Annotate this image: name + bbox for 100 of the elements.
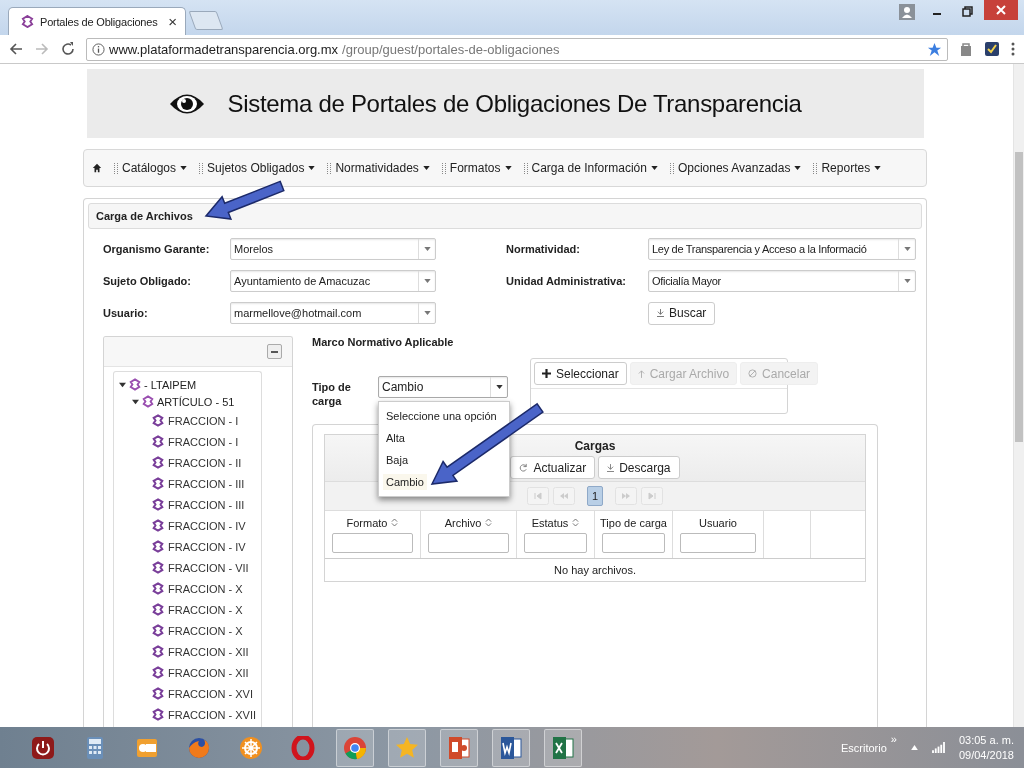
power-icon [31,735,55,760]
browser-tab[interactable]: Portales de Obligaciones × [8,7,186,35]
select-field[interactable]: Ley de Transparencia y Acceso a la Informació [648,238,916,260]
select-field[interactable]: Cambio [378,376,508,398]
tree-node[interactable]: FRACCION - XVII [168,708,256,721]
column-header[interactable]: Tipo de carga [600,516,667,529]
forward-icon[interactable] [34,41,50,57]
sort-icon[interactable] [485,518,493,527]
caret-icon [903,279,911,283]
collapse-button[interactable] [267,344,282,359]
tree-node[interactable]: ARTÍCULO - 51 [114,393,261,410]
tree-node[interactable]: FRACCION - XVI [168,687,253,700]
nav-menu-item[interactable]: Reportes [813,161,882,175]
tree-node[interactable]: FRACCION - II [168,456,242,469]
dropdown-option[interactable]: Baja [383,452,412,468]
logo-icon [152,477,164,490]
slides-icon [447,735,471,760]
search-button[interactable]: Buscar [648,301,716,325]
filter-field[interactable] [602,532,665,553]
field-label: Usuario: [103,307,149,319]
column-header[interactable]: Usuario [699,516,737,529]
field-label: Unidad Administrativa: [506,275,627,287]
nav-menu-item[interactable]: Carga de Información [523,161,658,175]
caret-icon [308,166,316,170]
nav-menu-item[interactable]: Sujetos Obligados [199,161,316,175]
taskbar-button[interactable] [440,728,478,767]
tree-node[interactable]: FRACCION - X [168,624,243,637]
column-header[interactable]: Estatus [531,516,569,529]
nav-menu-item[interactable]: Formatos [441,161,512,175]
filter-field[interactable] [428,532,509,553]
tree-node[interactable]: FRACCION - IV [168,519,246,532]
tree-node[interactable]: FRACCION - III [168,477,245,490]
grid-button[interactable]: Descarga [598,456,680,479]
tree-node[interactable]: FRACCION - I [168,414,239,427]
tree-node[interactable]: FRACCION - VII [168,561,249,574]
grid-title: Cargas [574,439,616,453]
restore-icon[interactable] [959,4,975,20]
nav-menu-item[interactable]: Normatividades [327,161,430,175]
tree-node[interactable]: FRACCION - X [168,582,243,595]
tree-node[interactable]: FRACCION - XII [168,666,249,679]
select-field[interactable]: Oficialía Mayor [648,270,916,292]
filter-field[interactable] [332,532,413,553]
sort-icon[interactable] [391,518,399,527]
column-header[interactable]: Formato [346,516,388,529]
reload-icon[interactable] [60,41,76,57]
user-icon[interactable] [899,4,915,20]
scrollbar[interactable] [1013,64,1024,727]
tree-node[interactable]: FRACCION - I [168,435,239,448]
sort-icon[interactable] [572,518,580,527]
nav-menu-item[interactable]: Catálogos [114,161,188,175]
tree-node[interactable]: FRACCION - XII [168,645,249,658]
menu-icon[interactable] [1010,41,1016,57]
dropdown-option[interactable]: Seleccione una opción [383,408,500,424]
address-bar[interactable]: www.plataformadetransparencia.org.mx /group/guest/portales-de-obligaciones [86,37,948,61]
taskbar-button[interactable] [544,728,582,767]
dropdown-option[interactable]: Cambio [383,474,427,490]
scrollbar-thumb[interactable] [1015,152,1023,442]
close-icon[interactable] [984,0,1018,20]
check-extension-icon[interactable] [984,41,1000,57]
back-icon[interactable] [8,41,24,57]
logo-icon [152,435,164,448]
logo-icon [152,540,164,553]
caret-icon [495,385,503,389]
caret-icon [423,311,431,315]
signal-icon[interactable] [931,742,945,753]
caret-icon [903,247,911,251]
new-tab-button[interactable] [188,11,224,30]
select-field[interactable]: marmellove@hotmail.com [230,302,436,324]
bookmark-star-icon[interactable] [927,41,942,57]
tree-node[interactable]: - LTAIPEM [114,376,261,393]
toolbar-button[interactable]: Seleccionar [534,362,627,385]
logo-icon [129,378,141,391]
expand-toggle-icon[interactable] [132,398,139,405]
tree-node[interactable]: FRACCION - X [168,603,243,616]
url-host: www.plataformadetransparencia.org.mx [109,41,339,57]
taskbar-button[interactable] [492,728,530,767]
info-icon [92,42,105,56]
expand-toggle-icon[interactable] [119,381,126,388]
logo-icon [152,561,164,574]
close-tab-button[interactable]: × [168,13,177,30]
caret-icon [423,247,431,251]
tree-node[interactable]: FRACCION - IV [168,540,246,553]
browser-icon [343,735,367,760]
grid-button[interactable]: Actualizar [510,456,596,479]
filter-field[interactable] [524,532,587,553]
select-field[interactable]: Ayuntamiento de Amacuzac [230,270,436,292]
filter-field[interactable] [680,532,756,553]
caret-icon [794,166,802,170]
column-header[interactable]: Archivo [444,516,482,529]
nav-menu-item[interactable]: Opciones Avanzadas [669,161,802,175]
logo-icon [152,498,164,511]
url-path: /group/guest/portales-de-obligaciones [342,41,560,57]
page-number[interactable]: 1 [587,486,603,506]
dropdown-option[interactable]: Alta [383,430,408,446]
home-icon[interactable] [92,163,102,173]
select-field[interactable]: Morelos [230,238,436,260]
clock-time: 03:05 a. m. [958,732,1014,748]
tree-node[interactable]: FRACCION - III [168,498,245,511]
show-hidden-icon[interactable] [910,745,918,750]
bag-icon[interactable] [958,41,974,57]
